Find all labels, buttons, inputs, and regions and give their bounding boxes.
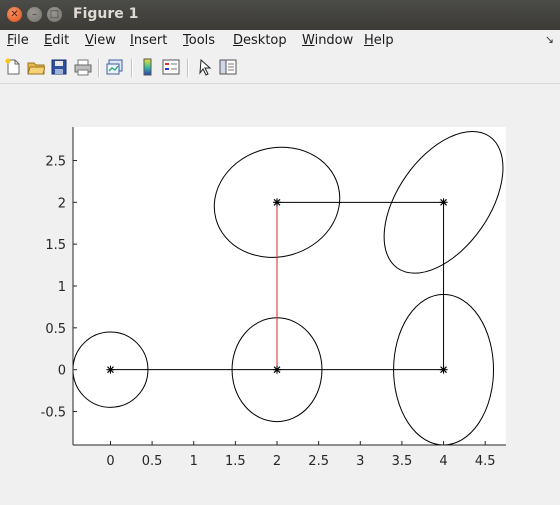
node-marker-4	[439, 198, 448, 207]
y-tick-label-0: -0.5	[41, 406, 66, 421]
open-folder-icon[interactable]	[27, 58, 45, 76]
menu-view-mnemonic: V	[85, 33, 94, 48]
toolbar-separator	[187, 59, 189, 77]
node-marker-2	[439, 365, 448, 374]
menu-file[interactable]: File	[7, 33, 29, 48]
x-tick-label-6: 3	[356, 454, 364, 469]
menu-help[interactable]: Help	[364, 33, 394, 48]
y-tick-label-1: 0	[58, 364, 66, 379]
title-bar[interactable]: ✕ – □ Figure 1	[0, 0, 560, 30]
y-tick-label-5: 2	[58, 196, 66, 211]
menu-insert-label: nsert	[133, 33, 168, 48]
plot-axes[interactable]: 0 0.5 1 1.5 2 2.5 3 3.5 4 4.5 -0.5 0 0.5 1 1.5 2 2.5	[0, 84, 560, 505]
colorbar-icon[interactable]	[139, 58, 157, 76]
toolbar-separator	[98, 59, 100, 77]
x-tick-label-9: 4.5	[475, 454, 496, 469]
y-tick-label-3: 1	[58, 280, 66, 295]
save-icon[interactable]	[50, 58, 68, 76]
menu-view[interactable]: View	[85, 33, 116, 48]
menu-window-label: indow	[314, 33, 354, 48]
x-tick-label-7: 3.5	[392, 454, 413, 469]
figure-window: ✕ – □ Figure 1 File Edit View Insert Too…	[0, 0, 560, 505]
x-tick-label-2: 1	[190, 454, 198, 469]
pointer-icon[interactable]	[196, 58, 214, 76]
minimize-window-button[interactable]: –	[27, 7, 42, 22]
toolbar	[0, 53, 560, 84]
x-tick-label-3: 1.5	[225, 454, 246, 469]
menu-desktop-mnemonic: D	[233, 33, 244, 48]
x-tick-label-1: 0.5	[142, 454, 163, 469]
menu-window-mnemonic: W	[302, 33, 315, 48]
y-tick-label-2: 0.5	[45, 322, 66, 337]
y-tick-label-4: 1.5	[45, 238, 66, 253]
menu-window[interactable]: Window	[302, 33, 353, 48]
menu-desktop-label: esktop	[243, 33, 287, 48]
axes-background	[73, 127, 506, 445]
toolbar-separator	[131, 59, 133, 77]
close-window-button[interactable]: ✕	[7, 7, 22, 22]
new-figure-icon[interactable]	[4, 58, 22, 76]
menu-view-label: iew	[93, 33, 116, 48]
x-tick-label-4: 2	[273, 454, 281, 469]
menu-edit-label: dit	[52, 33, 70, 48]
node-marker-0	[106, 365, 115, 374]
menu-file-label: ile	[13, 33, 29, 48]
menu-insert[interactable]: Insert	[130, 33, 167, 48]
menu-dock-arrow-icon[interactable]: ↘	[545, 33, 554, 46]
x-tick-label-8: 4	[439, 454, 447, 469]
link-plot-icon[interactable]	[106, 58, 124, 76]
menu-tools[interactable]: Tools	[183, 33, 215, 48]
menu-help-label: elp	[373, 33, 394, 48]
window-title: Figure 1	[73, 6, 139, 22]
legend-icon[interactable]	[162, 58, 180, 76]
x-tick-label-5: 2.5	[308, 454, 329, 469]
print-icon[interactable]	[74, 58, 92, 76]
menu-desktop[interactable]: Desktop	[233, 33, 287, 48]
node-marker-1	[273, 365, 282, 374]
menu-bar: File Edit View Insert Tools Desktop Wind…	[0, 30, 560, 52]
x-tick-label-0: 0	[106, 454, 114, 469]
property-editor-icon[interactable]	[219, 58, 237, 76]
menu-help-mnemonic: H	[364, 33, 374, 48]
menu-edit[interactable]: Edit	[44, 33, 69, 48]
node-marker-3	[273, 198, 282, 207]
y-tick-label-6: 2.5	[45, 154, 66, 169]
menu-edit-mnemonic: E	[44, 33, 53, 48]
maximize-window-button[interactable]: □	[47, 7, 62, 22]
menu-tools-label: ools	[188, 33, 216, 48]
